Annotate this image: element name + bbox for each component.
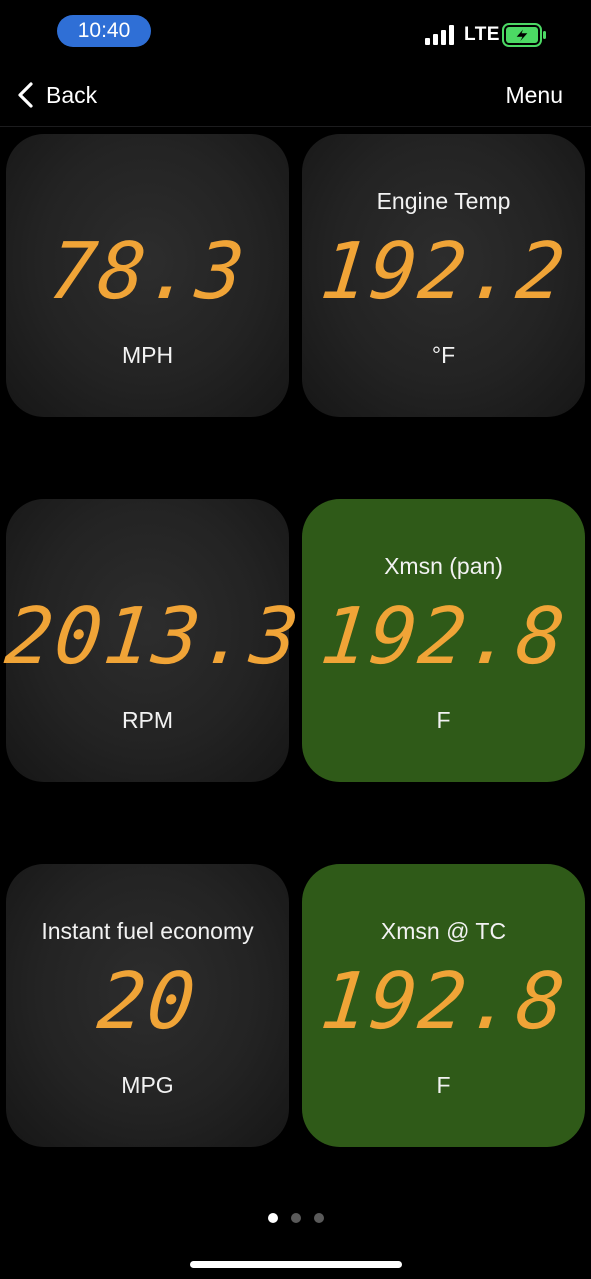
- gauge-tile-xmsn-pan[interactable]: Xmsn (pan) 192.8 F: [302, 499, 585, 782]
- status-time[interactable]: 10:40: [57, 15, 151, 47]
- network-type: LTE: [464, 24, 500, 45]
- gauge-value: 192.2: [316, 227, 571, 317]
- gauge-unit: MPG: [121, 1072, 174, 1098]
- menu-button[interactable]: Menu: [505, 82, 563, 109]
- page-dot-1[interactable]: [267, 1213, 278, 1223]
- gauge-tile-fuel-economy[interactable]: Instant fuel economy 20 MPG: [6, 864, 289, 1147]
- back-button[interactable]: Back: [16, 80, 97, 110]
- gauge-tile-rpm[interactable]: 2013.3 RPM: [1, 499, 304, 782]
- gauge-unit: RPM: [121, 707, 174, 733]
- gauge-value: 2013.3: [1, 592, 305, 682]
- gauge-label: Xmsn @ TC: [380, 918, 507, 944]
- page-dot-2[interactable]: [290, 1213, 301, 1223]
- battery-charging-icon: [502, 23, 546, 47]
- gauge-label: Instant fuel economy: [41, 918, 254, 944]
- gauge-value: 192.8: [316, 592, 571, 682]
- gauge-value: 192.8: [316, 957, 571, 1047]
- home-indicator[interactable]: [190, 1261, 402, 1268]
- gauge-unit: F: [436, 1072, 451, 1098]
- gauge-tile-speed[interactable]: 78.3 MPH: [6, 134, 289, 417]
- navigation-bar: Back Menu: [0, 62, 591, 127]
- gauge-unit: F: [436, 707, 451, 733]
- back-label: Back: [46, 81, 98, 108]
- gauge-unit: °F: [431, 342, 456, 368]
- gauge-unit: MPH: [121, 342, 174, 368]
- gauge-label: Engine Temp: [376, 188, 511, 214]
- gauge-tile-xmsn-tc[interactable]: Xmsn @ TC 192.8 F: [302, 864, 585, 1147]
- chevron-left-icon: [18, 82, 33, 108]
- gauge-value: 20: [93, 957, 202, 1047]
- page-dot-3[interactable]: [313, 1213, 324, 1223]
- gauge-value: 78.3: [44, 227, 251, 317]
- gauge-label: Xmsn (pan): [384, 553, 503, 579]
- gauge-tile-engine-temp[interactable]: Engine Temp 192.2 °F: [302, 134, 585, 417]
- status-bar: 10:40 LTE: [0, 0, 591, 62]
- page-indicator: [0, 1213, 591, 1225]
- cellular-signal-icon: [425, 25, 454, 45]
